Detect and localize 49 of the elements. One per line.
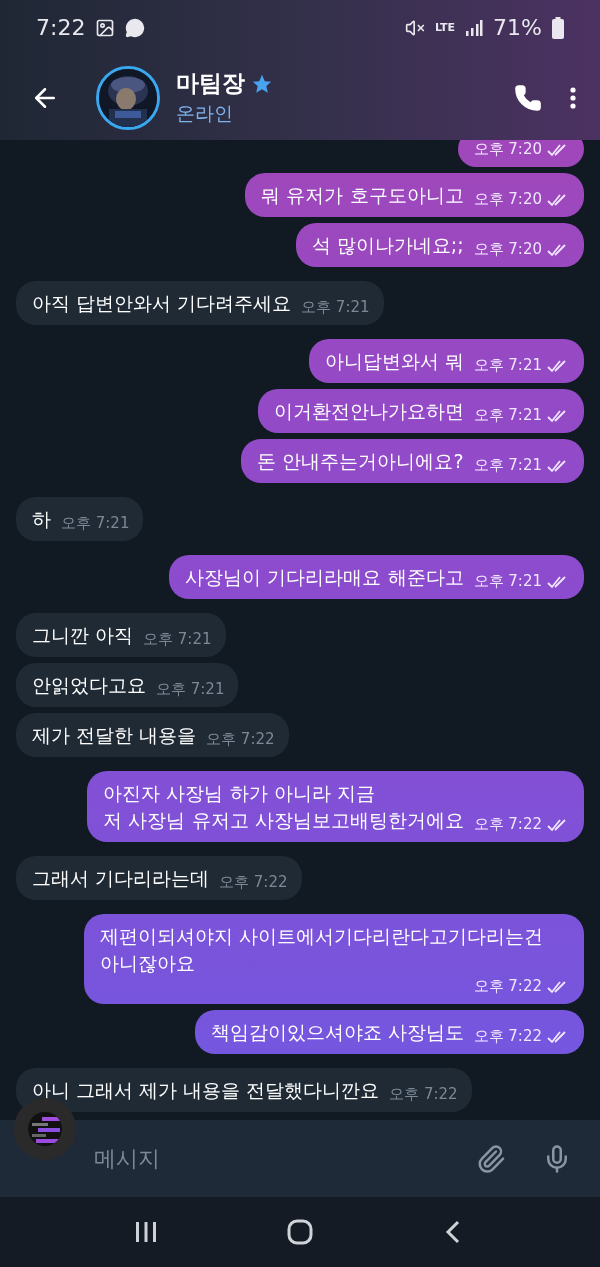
message-time: 오후 7:21 [156, 680, 225, 699]
chat-icon [125, 17, 146, 38]
status-time: 7:22 [36, 15, 86, 40]
message-text: 제편이되셔야지 사이트에서기다리란다고기다리는건 아니잖아요 [100, 924, 545, 976]
message-text: 이거환전안나가요하면 [273, 399, 464, 424]
network-type: LTE [434, 22, 456, 33]
message-text: 아니답변와서 뭐 [324, 349, 464, 374]
message-time: 오후 7:20 [473, 140, 542, 159]
message-text: 하 [32, 507, 51, 532]
message-time: 오후 7:21 [143, 630, 212, 649]
image-icon [95, 17, 116, 38]
battery-level: 71% [493, 15, 542, 40]
message-time: 오후 7:22 [473, 977, 542, 996]
menu-icon [570, 86, 576, 109]
message-text: 안읽었다고요 [32, 673, 146, 698]
message-time: 오후 7:21 [301, 298, 370, 317]
message-time: 오후 7:22 [389, 1085, 458, 1104]
message-time: 오후 7:22 [473, 1027, 542, 1046]
message-time: 오후 7:21 [473, 572, 542, 591]
paperclip-icon [476, 1143, 506, 1174]
online-status: 온라인 [176, 101, 234, 126]
message-text: 뭐 유저가 호구도아니고 [261, 183, 464, 208]
message-time: 오후 7:22 [473, 815, 542, 834]
message-text: 제가 전달한 내용을 [32, 723, 197, 748]
signal-icon [465, 18, 484, 37]
chat-title: 마팀장 [176, 69, 245, 98]
message-time: 오후 7:21 [473, 456, 542, 475]
floating-thumbnail[interactable] [14, 1098, 76, 1160]
message-text: 그래서 기다리라는데 [32, 866, 210, 891]
message-time: 오후 7:20 [473, 240, 542, 259]
message-time: 오후 7:21 [473, 406, 542, 425]
message-time: 오후 7:20 [473, 190, 542, 209]
battery-icon [552, 16, 564, 39]
message-time: 오후 7:21 [473, 356, 542, 375]
message-time: 오후 7:22 [206, 730, 275, 749]
message-text: 아진자 사장님 하가 아니라 지금 저 사장님 유저고 사장님보고배팅한거에요 [103, 781, 464, 833]
message-time: 오후 7:22 [219, 873, 288, 892]
home-icon [286, 1218, 314, 1246]
message-text: 그니깐 아직 [32, 623, 134, 648]
message-text: 돈 안내주는거아니에요? [257, 449, 464, 474]
message-text: 책임감이있으셔야죠 사장님도 [210, 1020, 464, 1045]
message-time: 오후 7:21 [61, 514, 130, 533]
message-text: 사장님이 기다리라매요 해준다고 [185, 565, 464, 590]
message-text: 아니 그래서 제가 내용을 전달했다니깐요 [32, 1078, 380, 1103]
mute-icon [404, 17, 425, 38]
contact-avatar[interactable] [96, 65, 160, 130]
message-text: 석 많이나가네요;; [311, 233, 464, 258]
message-text: 아직 답변안와서 기다려주세요 [32, 291, 292, 316]
phone-icon [514, 83, 542, 112]
